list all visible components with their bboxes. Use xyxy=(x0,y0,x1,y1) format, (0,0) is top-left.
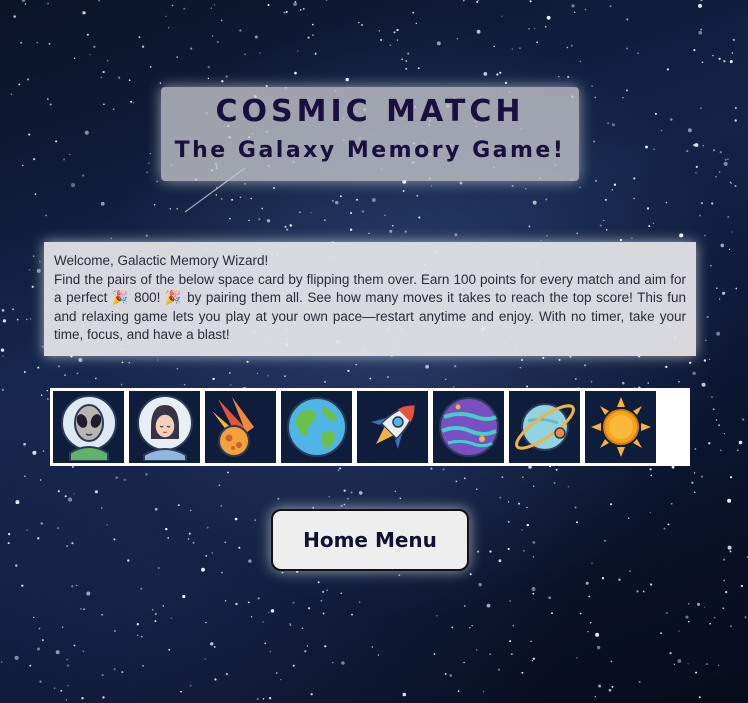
card-earth xyxy=(281,391,352,463)
meteor-icon xyxy=(211,397,254,457)
card-rocket xyxy=(357,391,428,463)
card-sun xyxy=(585,391,656,463)
game-title: COSMIC MATCH xyxy=(215,94,525,129)
card-astronaut xyxy=(129,391,200,463)
purple-planet-icon xyxy=(438,397,499,457)
title-panel: COSMIC MATCH The Galaxy Memory Game! xyxy=(161,87,579,181)
card-meteor xyxy=(205,391,276,463)
intro-greeting: Welcome, Galactic Memory Wizard! xyxy=(54,253,269,268)
intro-panel: Welcome, Galactic Memory Wizard! Find th… xyxy=(44,242,696,356)
sun-icon xyxy=(590,397,651,457)
ringed-planet-icon xyxy=(514,403,575,451)
card-ringed-planet xyxy=(509,391,580,463)
game-subtitle: The Galaxy Memory Game! xyxy=(174,138,566,163)
card-preview-row xyxy=(50,388,690,466)
home-menu-button[interactable]: Home Menu xyxy=(271,509,469,571)
astronaut-icon xyxy=(136,395,193,461)
alien-icon xyxy=(60,395,117,461)
intro-body: Find the pairs of the below space card b… xyxy=(54,271,686,343)
earth-icon xyxy=(286,397,347,457)
rocket-icon xyxy=(370,404,415,449)
card-alien xyxy=(53,391,124,463)
card-purple-planet xyxy=(433,391,504,463)
